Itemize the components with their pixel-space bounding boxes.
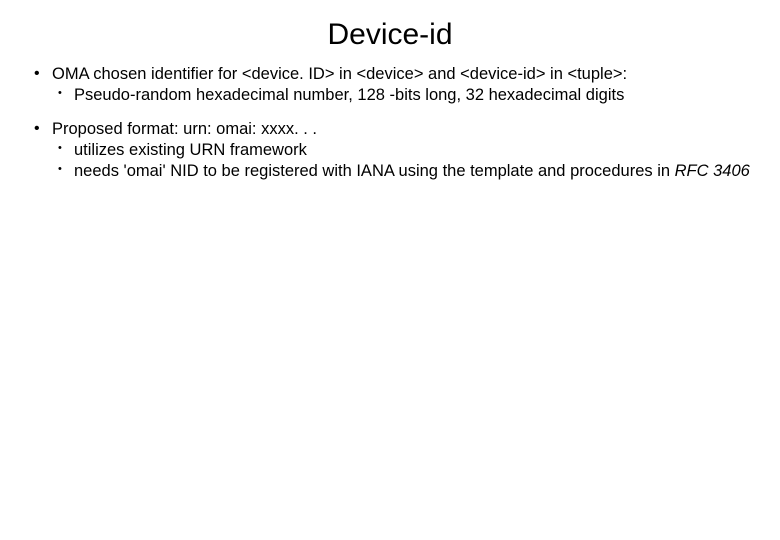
sub-bullet-item: needs 'omai' NID to be registered with I… <box>52 161 752 182</box>
sub-bullet-emphasis: RFC 3406 <box>675 162 750 180</box>
sub-bullet-text: Pseudo-random hexadecimal number, 128 -b… <box>74 86 624 104</box>
slide-title: Device-id <box>0 0 780 64</box>
sub-bullet-text: utilizes existing URN framework <box>74 141 307 159</box>
bullet-text: Proposed format: urn: omai: xxxx. . . <box>52 120 317 138</box>
slide-content: OMA chosen identifier for <device. ID> i… <box>0 64 780 181</box>
bullet-list-level2: Pseudo-random hexadecimal number, 128 -b… <box>52 85 752 106</box>
bullet-text: OMA chosen identifier for <device. ID> i… <box>52 65 627 83</box>
sub-bullet-item: Pseudo-random hexadecimal number, 128 -b… <box>52 85 752 106</box>
bullet-list-level1: OMA chosen identifier for <device. ID> i… <box>28 64 752 181</box>
slide: Device-id OMA chosen identifier for <dev… <box>0 0 780 540</box>
bullet-item: Proposed format: urn: omai: xxxx. . . ut… <box>28 119 752 181</box>
sub-bullet-item: utilizes existing URN framework <box>52 140 752 161</box>
bullet-item: OMA chosen identifier for <device. ID> i… <box>28 64 752 105</box>
sub-bullet-text: needs 'omai' NID to be registered with I… <box>74 162 675 180</box>
bullet-list-level2: utilizes existing URN framework needs 'o… <box>52 140 752 181</box>
